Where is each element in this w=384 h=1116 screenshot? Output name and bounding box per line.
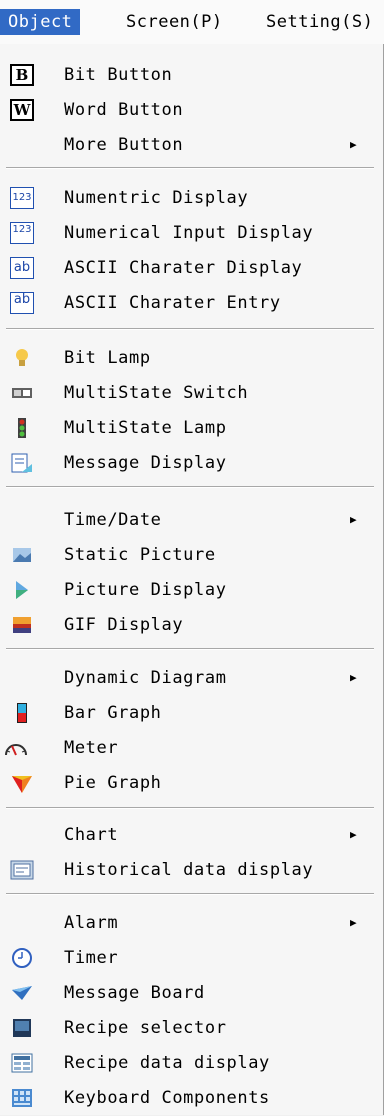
recipe-selector-icon [13,1019,31,1037]
menu-item-keyboard-components[interactable]: Keyboard Components [0,1080,383,1116]
message-display-icon [11,453,32,473]
menu-item-numeric-display[interactable]: 123 Numentric Display [0,180,383,216]
menu-item-ascii-entry[interactable]: ab ASCII Charater Entry [0,285,383,321]
ascii-entry-icon: ab [10,292,34,314]
menu-separator [6,648,374,650]
menu-item-bit-button[interactable]: B Bit Button [0,57,383,93]
menu-item-numerical-input[interactable]: 123 Numerical Input Display [0,215,383,251]
menu-item-static-picture[interactable]: Static Picture [0,537,383,573]
historical-data-icon [10,860,34,880]
menu-item-label: Timer [64,948,119,968]
light-bulb-icon [16,349,28,366]
submenu-arrow-icon: ▶ [350,828,357,841]
numerical-input-icon: 123 [10,222,34,244]
menu-item-meter[interactable]: Meter [0,730,383,766]
menu-item-label: Time/Date [64,510,162,530]
menu-item-timer[interactable]: Timer [0,940,383,976]
message-board-icon [12,986,32,1000]
menu-item-label: Alarm [64,913,119,933]
menu-item-label: Historical data display [64,860,314,880]
menu-item-chart[interactable]: Chart ▶ [0,817,383,853]
clock-icon [12,948,32,968]
menu-item-message-display[interactable]: Message Display [0,445,383,481]
bit-button-icon: B [10,64,34,86]
menu-item-label: Recipe selector [64,1018,227,1038]
submenu-arrow-icon: ▶ [350,916,357,929]
menu-item-label: Bar Graph [64,703,162,723]
picture-display-icon [16,581,28,599]
menu-item-dynamic-diagram[interactable]: Dynamic Diagram ▶ [0,660,383,696]
menu-item-label: Chart [64,825,119,845]
menu-item-multistate-switch[interactable]: MultiState Switch [0,375,383,411]
static-picture-icon [13,548,31,562]
menu-item-bar-graph[interactable]: Bar Graph [0,695,383,731]
menu-item-ascii-display[interactable]: ab ASCII Charater Display [0,250,383,286]
submenu-arrow-icon: ▶ [350,513,357,526]
switch-icon [12,388,32,398]
menu-item-label: MultiState Switch [64,383,249,403]
menu-item-label: More Button [64,135,184,155]
pie-graph-icon [12,776,32,793]
menu-item-label: Message Display [64,453,227,473]
menu-item-label: Numentric Display [64,188,249,208]
menu-item-picture-display[interactable]: Picture Display [0,572,383,608]
menu-item-recipe-data[interactable]: Recipe data display [0,1045,383,1081]
submenu-arrow-icon: ▶ [350,138,357,151]
menu-item-label: Keyboard Components [64,1088,270,1108]
menu-item-historical-data[interactable]: Historical data display [0,852,383,888]
menu-separator [6,893,374,895]
numeric-display-icon: 123 [10,187,34,209]
menu-item-label: GIF Display [64,615,184,635]
menu-item-label: Bit Lamp [64,348,151,368]
menu-item-label: Recipe data display [64,1053,270,1073]
menu-separator [6,328,374,330]
bar-graph-icon [17,703,27,723]
menu-item-message-board[interactable]: Message Board [0,975,383,1011]
menu-item-label: Picture Display [64,580,227,600]
menu-item-label: Word Button [64,100,184,120]
menu-screen[interactable]: Screen(P) [118,9,231,35]
menu-item-label: Dynamic Diagram [64,668,227,688]
menu-setting[interactable]: Setting(S) [258,9,381,35]
menu-item-label: ASCII Charater Entry [64,293,281,313]
traffic-light-icon [18,418,26,438]
menu-separator [6,807,374,809]
menu-item-pie-graph[interactable]: Pie Graph [0,765,383,801]
word-button-icon: W [10,99,34,121]
menu-item-time-date[interactable]: Time/Date ▶ [0,502,383,538]
menu-item-multistate-lamp[interactable]: MultiState Lamp [0,410,383,446]
menu-bar: Object Screen(P) Setting(S) [0,0,384,45]
keyboard-icon [12,1089,32,1107]
menu-item-label: Static Picture [64,545,216,565]
menu-item-label: Numerical Input Display [64,223,314,243]
menu-separator [6,167,374,169]
menu-separator [6,486,374,488]
menu-item-label: Pie Graph [64,773,162,793]
menu-item-label: Bit Button [64,65,173,85]
menu-item-gif-display[interactable]: GIF Display [0,607,383,643]
object-dropdown-menu: B Bit Button W Word Button More Button ▶… [0,44,384,1115]
menu-item-label: Message Board [64,983,205,1003]
recipe-data-icon [11,1053,33,1073]
menu-item-recipe-selector[interactable]: Recipe selector [0,1010,383,1046]
submenu-arrow-icon: ▶ [350,671,357,684]
menu-item-more-button[interactable]: More Button ▶ [0,127,383,163]
menu-item-label: Meter [64,738,119,758]
ascii-display-icon: ab [10,257,34,279]
menu-item-alarm[interactable]: Alarm ▶ [0,905,383,941]
menu-item-label: MultiState Lamp [64,418,227,438]
menu-item-word-button[interactable]: W Word Button [0,92,383,128]
menu-item-bit-lamp[interactable]: Bit Lamp [0,340,383,376]
menu-item-label: ASCII Charater Display [64,258,303,278]
gif-display-icon [13,617,31,633]
menu-object[interactable]: Object [0,9,81,35]
meter-icon [5,744,27,756]
